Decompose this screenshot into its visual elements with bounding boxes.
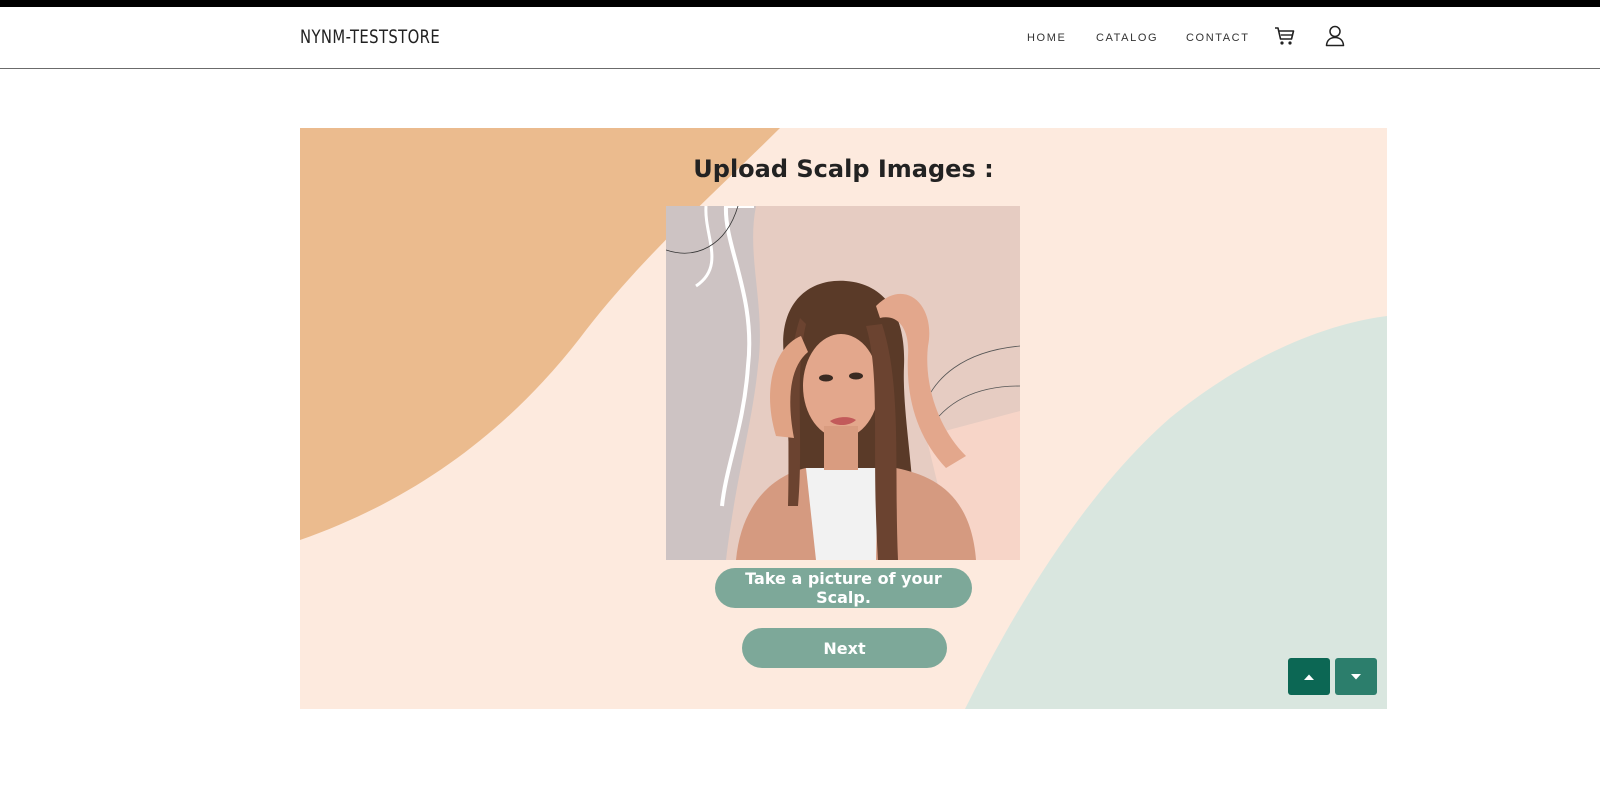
nav-home-link[interactable]: HOME — [1027, 32, 1066, 44]
nav-home[interactable]: HOME — [1027, 32, 1066, 44]
user-icon[interactable] — [1324, 24, 1346, 48]
nav-catalog[interactable]: CATALOG — [1096, 32, 1158, 44]
top-black-bar — [0, 0, 1600, 7]
arrow-up-icon — [1304, 674, 1314, 680]
site-header: NYNM-TESTSTORE HOME CATALOG CONTACT — [0, 7, 1600, 69]
arrow-down-icon — [1351, 673, 1361, 679]
scroll-down-button[interactable] — [1335, 658, 1377, 695]
cart-icon[interactable] — [1274, 25, 1296, 47]
take-picture-button[interactable]: Take a picture of your Scalp. — [715, 568, 972, 608]
scalp-illustration — [666, 206, 1020, 560]
next-button[interactable]: Next — [742, 628, 947, 668]
scalp-photo — [666, 206, 1020, 560]
page-title: Upload Scalp Images : — [693, 155, 994, 183]
nav-contact[interactable]: CONTACT — [1186, 32, 1250, 44]
store-logo[interactable]: NYNM-TESTSTORE — [300, 26, 440, 48]
nav-contact-link[interactable]: CONTACT — [1186, 32, 1250, 44]
scroll-up-button[interactable] — [1288, 658, 1330, 695]
nav-catalog-link[interactable]: CATALOG — [1096, 32, 1158, 44]
scalp-upload-section: Upload Scalp Images : Take a picture of … — [300, 128, 1387, 709]
